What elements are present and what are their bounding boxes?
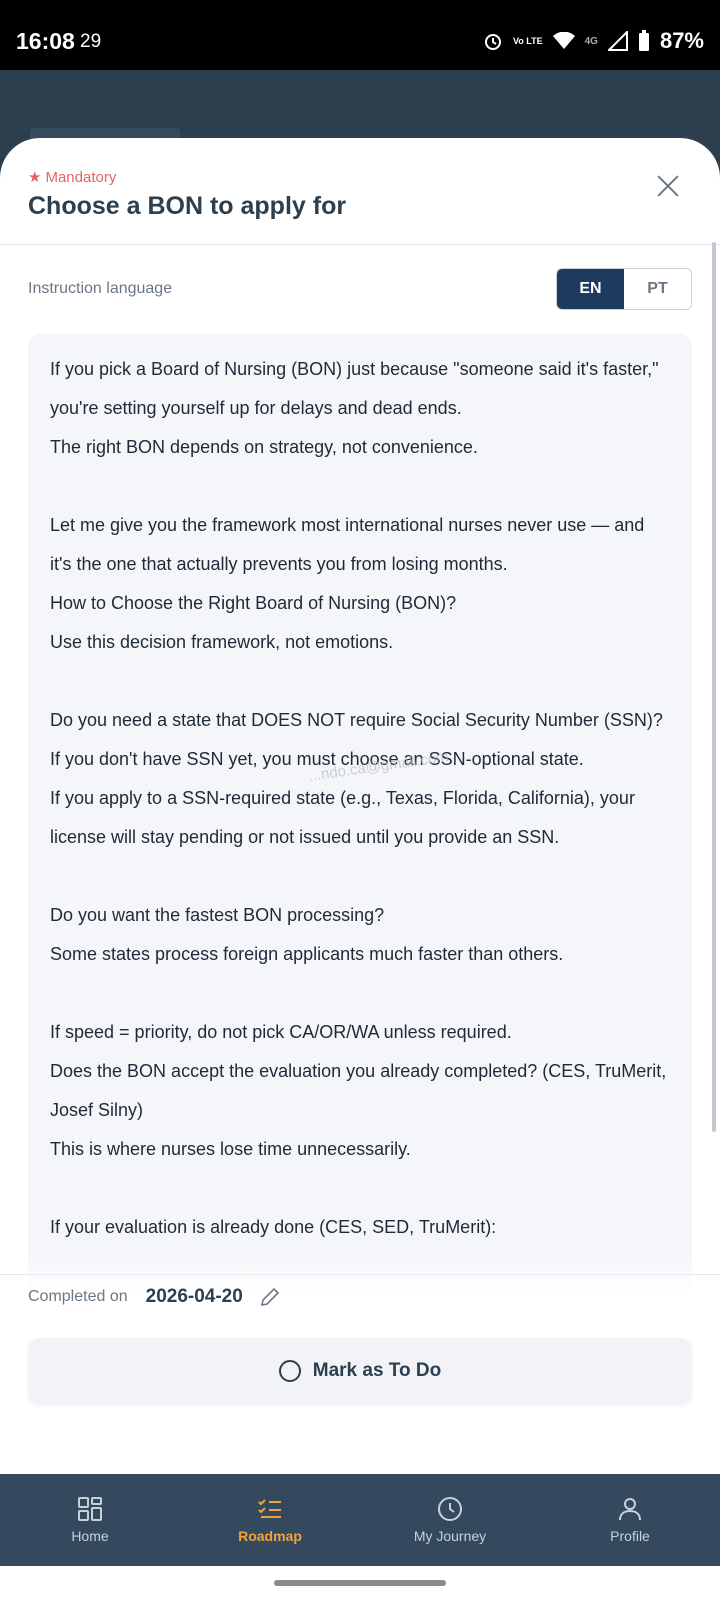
nav-item-my-journey[interactable]: My Journey [360,1474,540,1566]
bottom-sheet: ★ Mandatory Choose a BON to apply for In… [0,138,720,1474]
paragraph-spacer [50,974,670,1013]
completed-row: Completed on 2026-04-20 [28,1286,281,1308]
language-option-en[interactable]: EN [557,269,624,309]
status-time: 16:08 [16,28,75,54]
mandatory-label: Mandatory [45,168,117,186]
nav-item-profile[interactable]: Profile [540,1474,720,1566]
lte-indicator: Vo LTE [512,35,543,46]
paragraph-spacer [50,857,670,896]
close-icon[interactable] [656,174,680,198]
completed-date: 2026-04-20 [145,1286,243,1307]
completed-label: Completed on [28,1288,128,1305]
scrollbar[interactable] [712,242,716,1132]
language-toggle[interactable]: EN PT [556,268,692,310]
bottom-navigation: Home Roadmap My Journey Profile [0,1474,720,1566]
instructions-content[interactable]: If you pick a Board of Nursing (BON) jus… [28,334,692,1294]
battery-icon [638,30,649,51]
grid-icon [78,1497,102,1521]
signal-icon [607,31,628,51]
person-icon [619,1498,641,1521]
wifi-icon [552,32,575,49]
clock-icon [438,1497,462,1521]
battery-level: 87% [659,28,704,53]
nav-item-home[interactable]: Home [0,1474,180,1566]
checklist-icon [258,1499,281,1518]
paragraph: If speed = priority, do not pick CA/OR/W… [50,1022,667,1159]
nav-label: Roadmap [238,1528,302,1544]
network-type: 4G [584,35,598,47]
paragraph-spacer [50,467,670,506]
star-icon: ★ [28,169,42,186]
nav-label: Profile [610,1528,650,1544]
pencil-icon[interactable] [259,1286,281,1308]
sheet-title: Choose a BON to apply for [28,192,347,220]
language-option-pt[interactable]: PT [624,269,691,309]
paragraph: Let me give you the framework most inter… [50,515,645,652]
mark-as-todo-label: Mark as To Do [312,1360,442,1381]
circle-icon [278,1360,301,1382]
paragraph: Do you want the fastest BON processing? … [50,905,564,964]
paragraph: If you pick a Board of Nursing (BON) jus… [50,359,659,457]
nav-label: My Journey [413,1528,487,1544]
paragraph-spacer [50,1169,670,1208]
language-label: Instruction language [28,280,173,297]
status-bar: 16:08 29 Vo LTE 4G 87% [0,0,720,70]
paragraph: If your evaluation is already done (CES,… [50,1217,497,1237]
status-extra: 29 [80,31,102,52]
paragraph-spacer [50,662,670,701]
nav-item-roadmap[interactable]: Roadmap [180,1474,360,1566]
alarm-icon [484,34,501,50]
paragraph: Do you need a state that DOES NOT requir… [50,710,663,847]
nav-label: Home [71,1528,109,1544]
divider [0,1274,720,1275]
status-icons: Vo LTE 4G 87% [483,28,704,54]
mark-as-todo-button[interactable]: Mark as To Do [28,1338,692,1404]
mandatory-tag: ★ Mandatory [28,168,117,187]
divider [0,244,720,245]
home-indicator[interactable] [274,1580,446,1586]
